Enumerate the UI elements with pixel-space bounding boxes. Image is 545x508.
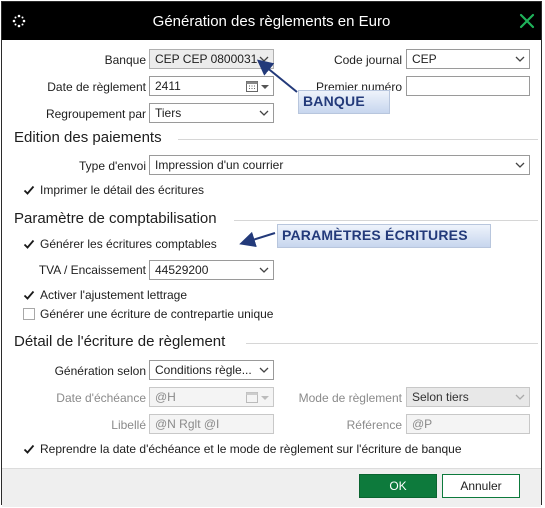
reprendre-date-label: Reprendre la date d'échéance et le mode … xyxy=(40,442,462,456)
code-journal-select[interactable]: CEP xyxy=(406,49,530,69)
imprimer-detail-checkbox[interactable] xyxy=(23,184,35,196)
banque-select[interactable]: CEP CEP 0800031... xyxy=(149,49,274,69)
contrepartie-unique-checkbox[interactable] xyxy=(23,308,35,320)
chevron-down-icon xyxy=(259,267,269,273)
title-bar: Génération des règlements en Euro xyxy=(2,2,541,40)
chevron-down-icon xyxy=(515,162,525,168)
type-envoi-label: Type d'envoi xyxy=(78,159,146,173)
code-journal-value: CEP xyxy=(412,52,437,66)
reference-label: Référence xyxy=(346,418,402,432)
banque-value: CEP CEP 0800031... xyxy=(155,52,268,66)
type-envoi-select[interactable]: Impression d'un courrier xyxy=(149,155,530,175)
reference-field: @P xyxy=(406,414,530,434)
ajustement-lettrage-checkbox[interactable] xyxy=(23,289,35,301)
code-journal-label: Code journal xyxy=(333,53,402,67)
date-reglement-field[interactable]: 2411 xyxy=(149,76,274,96)
generer-ecritures-checkbox[interactable] xyxy=(23,238,35,250)
caret-down-icon[interactable] xyxy=(261,82,269,92)
chevron-down-icon xyxy=(515,56,525,62)
calendar-icon xyxy=(246,392,258,403)
chevron-down-icon xyxy=(259,56,269,62)
annotation-banque: BANQUE xyxy=(298,90,390,114)
section-divider xyxy=(246,343,538,344)
imprimer-detail-label: Imprimer le détail des écritures xyxy=(40,183,205,197)
libelle-field: @N Rglt @I xyxy=(149,414,274,434)
dialog-window: Génération des règlements en Euro Banque… xyxy=(1,1,542,507)
section-divider xyxy=(234,220,538,221)
mode-reglement-value: Selon tiers xyxy=(412,390,469,404)
section-detail-title: Détail de l'écriture de règlement xyxy=(14,333,226,350)
generation-selon-label: Génération selon xyxy=(54,364,146,378)
reference-value: @P xyxy=(412,417,433,431)
premier-numero-field[interactable] xyxy=(406,76,530,96)
window-title: Génération des règlements en Euro xyxy=(152,13,391,30)
regroupement-value: Tiers xyxy=(155,106,182,120)
generer-ecritures-label: Générer les écritures comptables xyxy=(40,237,217,251)
calendar-icon[interactable] xyxy=(246,80,258,92)
date-echeance-value: @H xyxy=(155,390,176,404)
section-divider xyxy=(178,139,538,140)
close-icon[interactable] xyxy=(519,13,535,29)
date-reglement-value: 2411 xyxy=(155,79,181,93)
caret-down-icon xyxy=(261,396,269,400)
chevron-down-icon xyxy=(515,394,525,400)
contrepartie-unique-label: Générer une écriture de contrepartie uni… xyxy=(40,307,274,321)
libelle-label: Libellé xyxy=(111,418,146,432)
chevron-down-icon xyxy=(259,110,269,116)
regroupement-label: Regroupement par xyxy=(45,107,146,121)
date-echeance-label: Date d'échéance xyxy=(56,391,146,405)
section-edition-title: Edition des paiements xyxy=(14,129,162,146)
ajustement-lettrage-label: Activer l'ajustement lettrage xyxy=(40,288,188,302)
regroupement-select[interactable]: Tiers xyxy=(149,103,274,123)
tva-encaissement-select[interactable]: 44529200 xyxy=(149,260,274,280)
mode-reglement-select: Selon tiers xyxy=(406,387,530,407)
generation-selon-select[interactable]: Conditions règle... xyxy=(149,360,274,380)
reprendre-date-checkbox[interactable] xyxy=(23,443,35,455)
date-echeance-field: @H xyxy=(149,387,274,407)
annotation-parametres: PARAMÈTRES ÉCRITURES xyxy=(277,224,491,248)
tva-encaissement-label: TVA / Encaissement xyxy=(38,263,146,277)
section-parametres-title: Paramètre de comptabilisation xyxy=(14,210,217,227)
type-envoi-value: Impression d'un courrier xyxy=(155,158,284,172)
mode-reglement-label: Mode de règlement xyxy=(298,391,402,405)
cancel-button[interactable]: Annuler xyxy=(442,474,520,498)
tva-encaissement-value: 44529200 xyxy=(155,263,209,277)
generation-selon-value: Conditions règle... xyxy=(155,363,252,377)
banque-label: Banque xyxy=(104,53,146,67)
libelle-value: @N Rglt @I xyxy=(155,417,220,431)
ok-button[interactable]: OK xyxy=(359,474,437,498)
date-reglement-label: Date de règlement xyxy=(47,80,146,94)
chevron-down-icon xyxy=(259,367,269,373)
